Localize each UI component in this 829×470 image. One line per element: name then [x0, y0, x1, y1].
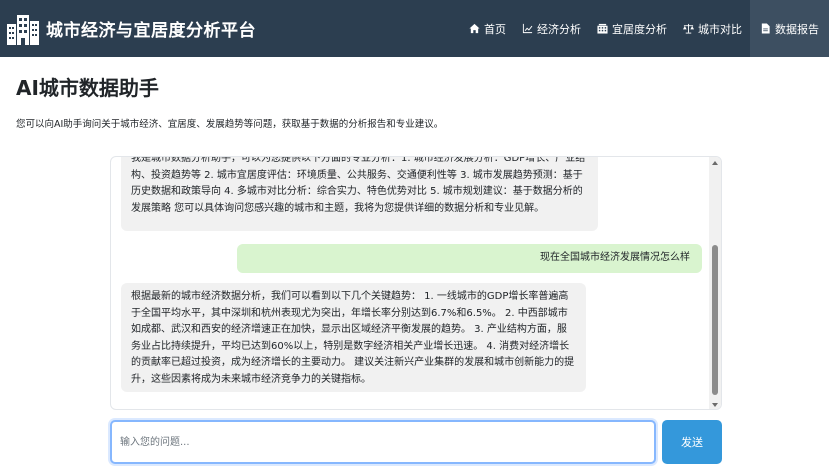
top-navbar: 城市经济与宜居度分析平台 首页 经济分析 宜居度分析 城市对比 数据报告: [0, 0, 829, 57]
user-message: 现在全国城市经济发展情况怎么样: [237, 244, 702, 273]
chat-scrollbar[interactable]: [709, 157, 721, 409]
nav-item-economy[interactable]: 经济分析: [514, 0, 589, 57]
scale-icon: [683, 23, 694, 34]
brand[interactable]: 城市经济与宜居度分析平台: [6, 12, 256, 46]
message-text: 根据最新的城市经济数据分析，我们可以看到以下几个关键趋势： 1. 一线城市的GD…: [131, 291, 575, 385]
nav-item-home[interactable]: 首页: [461, 0, 514, 57]
scroll-down-arrow-icon[interactable]: [712, 403, 718, 407]
nav-label: 数据报告: [775, 22, 819, 36]
nav-label: 首页: [484, 22, 506, 36]
assistant-message: 我是城市数据分析助手，可以为您提供以下方面的专业分析：1. 城市经济发展分析：G…: [121, 156, 598, 231]
chat-messages-panel[interactable]: 我是城市数据分析助手，可以为您提供以下方面的专业分析：1. 城市经济发展分析：G…: [110, 156, 722, 410]
nav-item-livability[interactable]: 宜居度分析: [589, 0, 675, 57]
app-title: 城市经济与宜居度分析平台: [46, 21, 256, 41]
file-icon: [761, 23, 770, 34]
page-title: AI城市数据助手: [16, 76, 159, 100]
nav-item-compare[interactable]: 城市对比: [675, 0, 750, 57]
home-icon: [469, 23, 480, 34]
message-text: 现在全国城市经济发展情况怎么样: [540, 252, 690, 264]
send-button[interactable]: 发送: [662, 420, 722, 464]
assistant-message: 根据最新的城市经济数据分析，我们可以看到以下几个关键趋势： 1. 一线城市的GD…: [121, 283, 586, 392]
city-buildings-icon: [7, 14, 39, 45]
nav-label: 宜居度分析: [612, 22, 667, 36]
page-description: 您可以向AI助手询问关于城市经济、宜居度、发展趋势等问题，获取基于数据的分析报告…: [16, 119, 444, 130]
line-chart-icon: [522, 23, 533, 34]
nav-label: 城市对比: [698, 22, 742, 36]
chat-question-input[interactable]: [110, 420, 656, 464]
message-text: 我是城市数据分析助手，可以为您提供以下方面的专业分析：1. 城市经济发展分析：G…: [131, 156, 586, 214]
scroll-up-arrow-icon[interactable]: [712, 161, 718, 165]
nav-item-report[interactable]: 数据报告: [750, 0, 829, 57]
scroll-thumb[interactable]: [712, 245, 718, 395]
nav-label: 经济分析: [537, 22, 581, 36]
main-nav: 首页 经济分析 宜居度分析 城市对比 数据报告: [461, 0, 829, 57]
building-icon: [597, 23, 608, 34]
